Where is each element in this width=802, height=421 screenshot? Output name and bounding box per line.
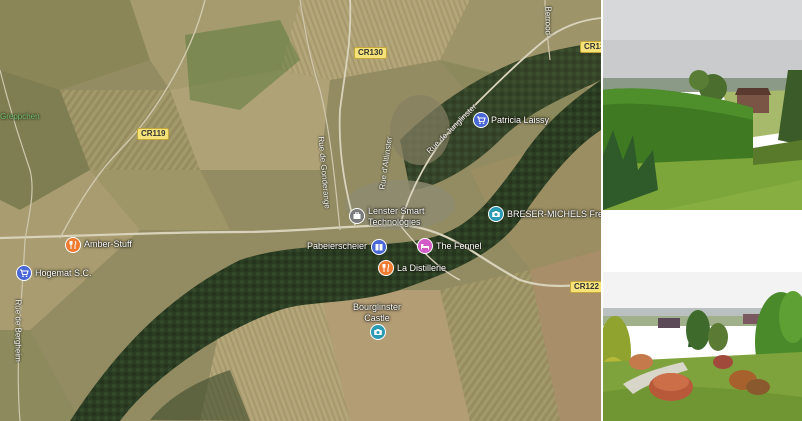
- place-label-amber-stuff[interactable]: Amber-Stuff: [84, 239, 132, 250]
- place-label-hogemat[interactable]: Hogemat S.C.: [35, 268, 92, 279]
- road-badge-cr13: CR13: [580, 41, 601, 53]
- road-badge-cr119: CR119: [137, 128, 170, 140]
- road-badge-cr122: CR122: [570, 281, 601, 293]
- place-label-pabeierscheier[interactable]: Pabeierscheier: [307, 241, 367, 252]
- road-badge-cr130: CR130: [354, 47, 387, 59]
- street-label-rue-de-bergheim: Rue de Bergheim: [13, 299, 23, 362]
- briefcase-icon[interactable]: [349, 208, 365, 224]
- place-label-lenster-smart-technologies[interactable]: Lenster Smart Technologies: [368, 206, 425, 228]
- photo-garden-slope[interactable]: [603, 212, 802, 421]
- shopping-cart-icon[interactable]: [473, 112, 489, 128]
- place-label-patricia-laissy[interactable]: Patricia Laissy: [491, 115, 549, 126]
- street-label-berrood: Berrood: [543, 6, 553, 35]
- street-label-greppchen: Greppchen: [0, 112, 40, 121]
- bed-icon[interactable]: [417, 238, 433, 254]
- photo-garden-hedge-image: [603, 0, 802, 210]
- shopping-cart-icon[interactable]: [16, 265, 32, 281]
- camera-icon[interactable]: [370, 324, 386, 340]
- photo-garden-slope-image: [603, 212, 802, 421]
- book-icon[interactable]: [371, 239, 387, 255]
- photo-garden-hedge[interactable]: [603, 0, 802, 210]
- place-label-the-fennel[interactable]: The Fennel: [436, 241, 482, 252]
- place-label-bourglinster-castle[interactable]: Bourglinster Castle: [353, 302, 401, 324]
- place-label-breser-michels[interactable]: BRESER-MICHELS Fred: [507, 209, 601, 220]
- camera-icon[interactable]: [488, 206, 504, 222]
- place-label-la-distillerie[interactable]: La Distillerie: [397, 263, 446, 274]
- satellite-map[interactable]: CR130 CR13 CR119 CR122 Berrood Rue de Go…: [0, 0, 601, 421]
- restaurant-icon[interactable]: [65, 237, 81, 253]
- restaurant-icon[interactable]: [378, 260, 394, 276]
